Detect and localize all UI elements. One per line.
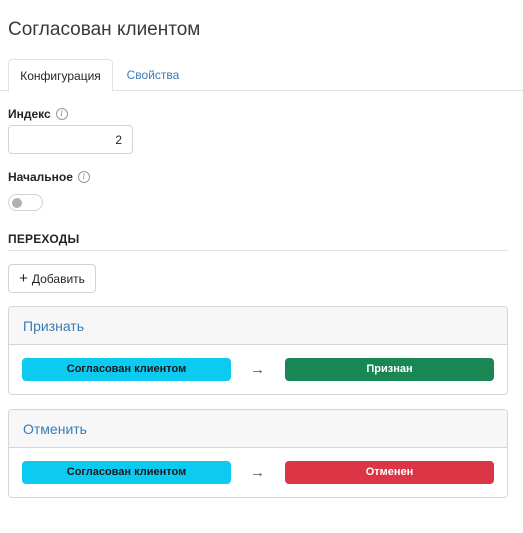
tab-configuration[interactable]: Конфигурация: [8, 59, 113, 92]
to-status-badge: Признан: [285, 358, 494, 381]
transitions-title: ПЕРЕХОДЫ: [8, 232, 80, 246]
to-status-badge: Отменен: [285, 461, 494, 484]
section-divider: [8, 250, 508, 251]
index-label: Индекс i: [8, 107, 68, 121]
initial-toggle[interactable]: [8, 194, 43, 211]
transition-card: Отменить Согласован клиентом → Отменен: [8, 409, 508, 498]
initial-label: Начальное i: [8, 170, 90, 184]
transition-name[interactable]: Отменить: [9, 410, 507, 448]
page-title: Согласован клиентом: [8, 19, 201, 40]
arrow-right-icon: →: [250, 361, 265, 378]
add-button-label: Добавить: [31, 271, 85, 286]
plus-icon: +: [19, 269, 28, 287]
transition-card: Признать Согласован клиентом → Признан: [8, 306, 508, 395]
from-status-badge: Согласован клиентом: [22, 358, 231, 381]
info-icon[interactable]: i: [55, 108, 68, 120]
transition-body: Согласован клиентом → Признан: [9, 345, 507, 394]
toggle-knob: [12, 198, 22, 208]
from-status-badge: Согласован клиентом: [22, 461, 231, 484]
tab-properties[interactable]: Свойства: [116, 59, 190, 91]
arrow-right-icon: →: [250, 464, 265, 481]
index-label-text: Индекс: [8, 107, 51, 121]
initial-label-text: Начальное: [8, 170, 73, 184]
tab-bar: Конфигурация Свойства: [0, 59, 523, 92]
add-transition-button[interactable]: + Добавить: [8, 264, 96, 293]
index-input[interactable]: [8, 125, 133, 154]
info-icon[interactable]: i: [77, 171, 90, 183]
transition-name[interactable]: Признать: [9, 307, 507, 345]
transition-body: Согласован клиентом → Отменен: [9, 448, 507, 497]
